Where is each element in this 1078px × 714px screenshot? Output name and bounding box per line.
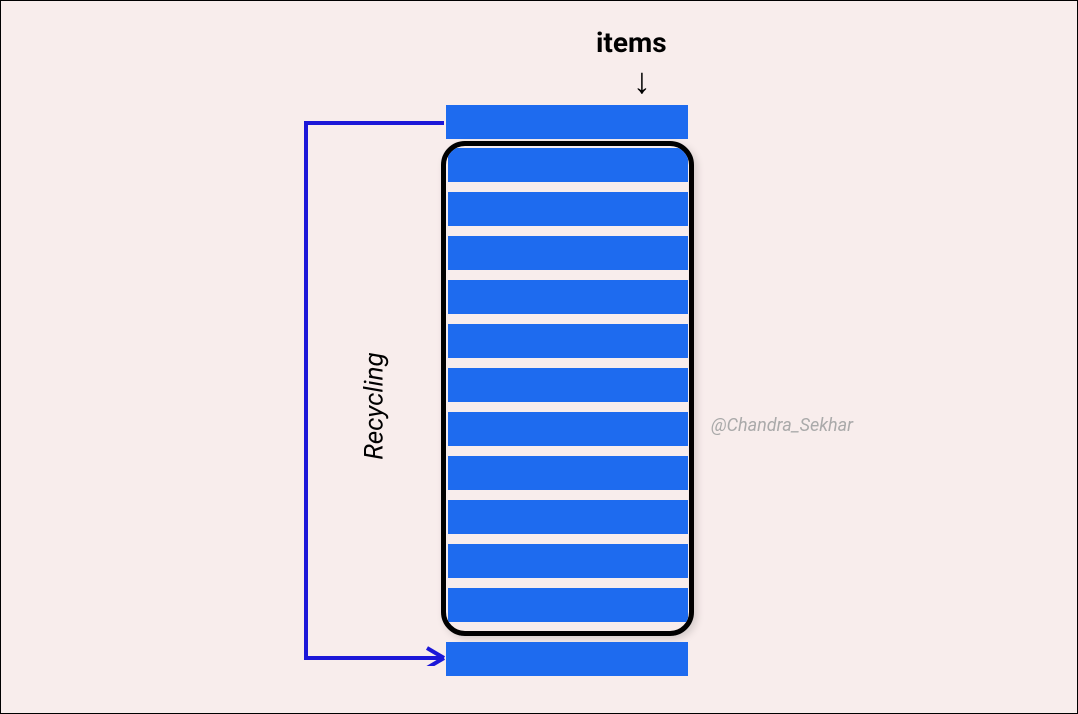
attribution-label: @Chandra_Sekhar <box>711 415 853 436</box>
item-bar <box>448 412 688 446</box>
item-bar <box>448 192 688 226</box>
item-bar <box>448 280 688 314</box>
item-bar <box>448 456 688 490</box>
recycling-label: Recycling <box>360 352 390 459</box>
down-arrow-icon: ↓ <box>633 63 651 99</box>
viewport-frame <box>441 141 694 636</box>
item-bar-below <box>446 642 688 676</box>
items-label: items <box>596 26 667 59</box>
item-bar-above <box>446 105 688 139</box>
item-bar <box>448 500 688 534</box>
item-bar <box>448 236 688 270</box>
item-bar <box>448 324 688 358</box>
item-bar <box>448 588 688 622</box>
item-bar <box>448 368 688 402</box>
item-bar <box>448 148 688 182</box>
item-bar <box>448 544 688 578</box>
